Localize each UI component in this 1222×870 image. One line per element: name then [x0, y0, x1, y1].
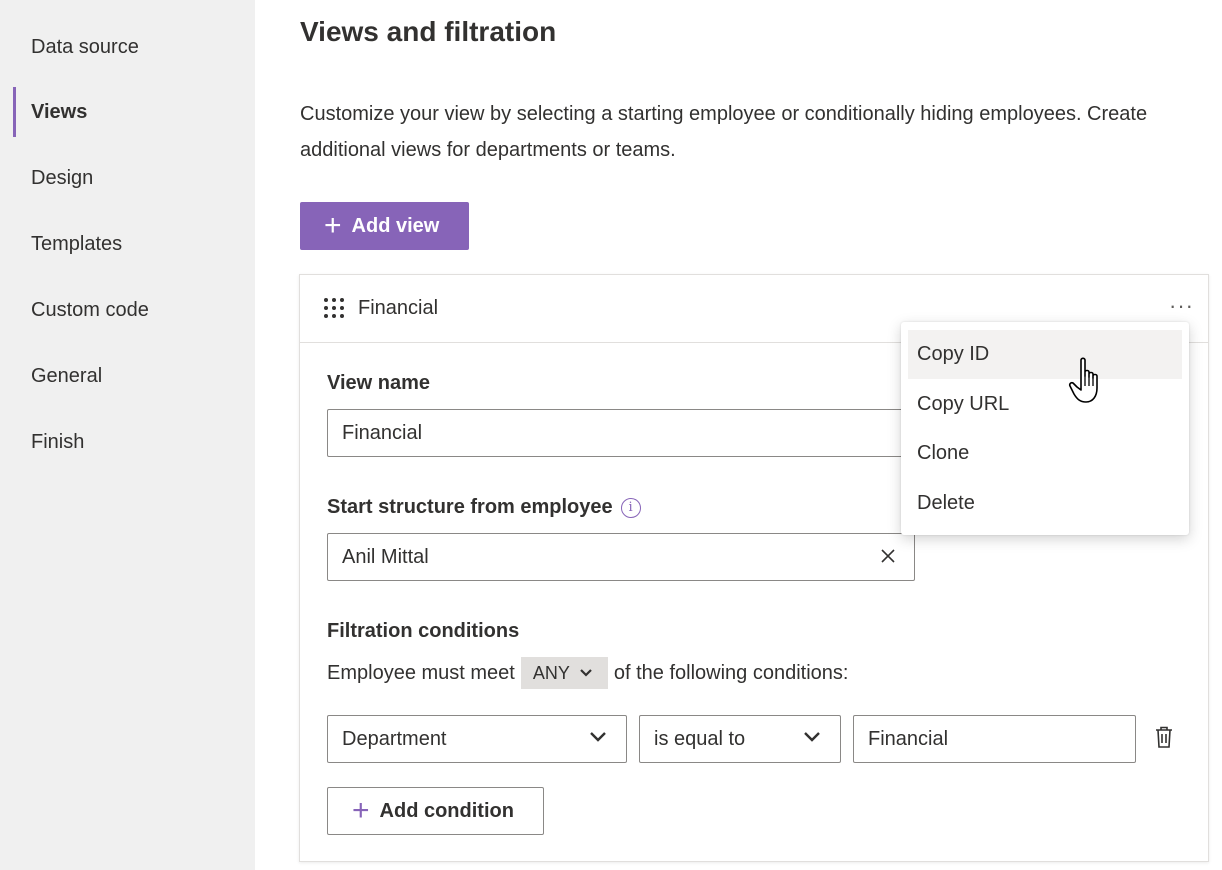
condition-suffix: of the following conditions:	[613, 661, 849, 684]
plus-icon: +	[352, 794, 370, 827]
page-description: Customize your view by selecting a start…	[300, 103, 1148, 161]
info-icon[interactable]: i	[620, 498, 641, 518]
sidebar-item-general[interactable]: General	[13, 351, 255, 401]
condition-value-input[interactable]: Financial	[853, 715, 1136, 763]
condition-prefix: Employee must meet	[327, 661, 515, 684]
sidebar-item-views[interactable]: Views	[13, 87, 255, 137]
view-context-menu: Copy ID Copy URL Clone Delete	[901, 322, 1189, 535]
trash-icon[interactable]	[1154, 725, 1174, 749]
view-name-label: View name	[327, 372, 431, 394]
add-condition-label: Add condition	[379, 799, 514, 822]
plus-icon: +	[324, 209, 342, 242]
drag-handle-icon[interactable]	[323, 297, 345, 319]
start-employee-label: Start structure from employee i	[327, 496, 641, 519]
filtration-conditions-label: Filtration conditions	[327, 620, 520, 642]
sidebar-item-custom-code[interactable]: Custom code	[13, 285, 255, 335]
sidebar: Data source Views Design Templates Custo…	[0, 0, 255, 870]
add-view-label: Add view	[351, 214, 440, 237]
menu-item-copy-url[interactable]: Copy URL	[908, 380, 1182, 429]
menu-item-delete[interactable]: Delete	[908, 479, 1182, 528]
start-employee-input[interactable]: Anil Mittal	[327, 533, 915, 581]
sidebar-item-design[interactable]: Design	[13, 153, 255, 203]
add-view-button[interactable]: + Add view	[300, 202, 469, 250]
condition-field-select[interactable]: Department	[327, 715, 627, 763]
sidebar-item-finish[interactable]: Finish	[13, 417, 255, 467]
match-mode-dropdown[interactable]: ANY	[520, 657, 608, 689]
chevron-down-icon	[580, 669, 592, 677]
add-condition-button[interactable]: + Add condition	[327, 787, 544, 835]
view-name-input[interactable]: Financial	[327, 409, 927, 457]
sidebar-item-templates[interactable]: Templates	[13, 219, 255, 269]
condition-operator-select[interactable]: is equal to	[639, 715, 841, 763]
start-employee-label-text: Start structure from employee	[327, 496, 613, 518]
match-mode-value: ANY	[532, 662, 570, 683]
more-options-icon[interactable]: ···	[1169, 293, 1194, 319]
sidebar-item-data-source[interactable]: Data source	[13, 22, 255, 72]
menu-item-copy-id[interactable]: Copy ID	[908, 330, 1182, 379]
menu-item-clone[interactable]: Clone	[908, 429, 1182, 478]
page-title: Views and filtration	[300, 16, 557, 47]
condition-sentence: Employee must meet ANY of the following …	[327, 657, 848, 689]
view-card-title: Financial	[358, 297, 439, 319]
chevron-down-icon	[590, 732, 606, 742]
condition-field-value: Department	[342, 727, 447, 750]
chevron-down-icon	[804, 732, 820, 742]
start-employee-value: Anil Mittal	[342, 545, 429, 568]
condition-operator-value: is equal to	[654, 727, 746, 750]
clear-icon[interactable]	[878, 546, 898, 566]
